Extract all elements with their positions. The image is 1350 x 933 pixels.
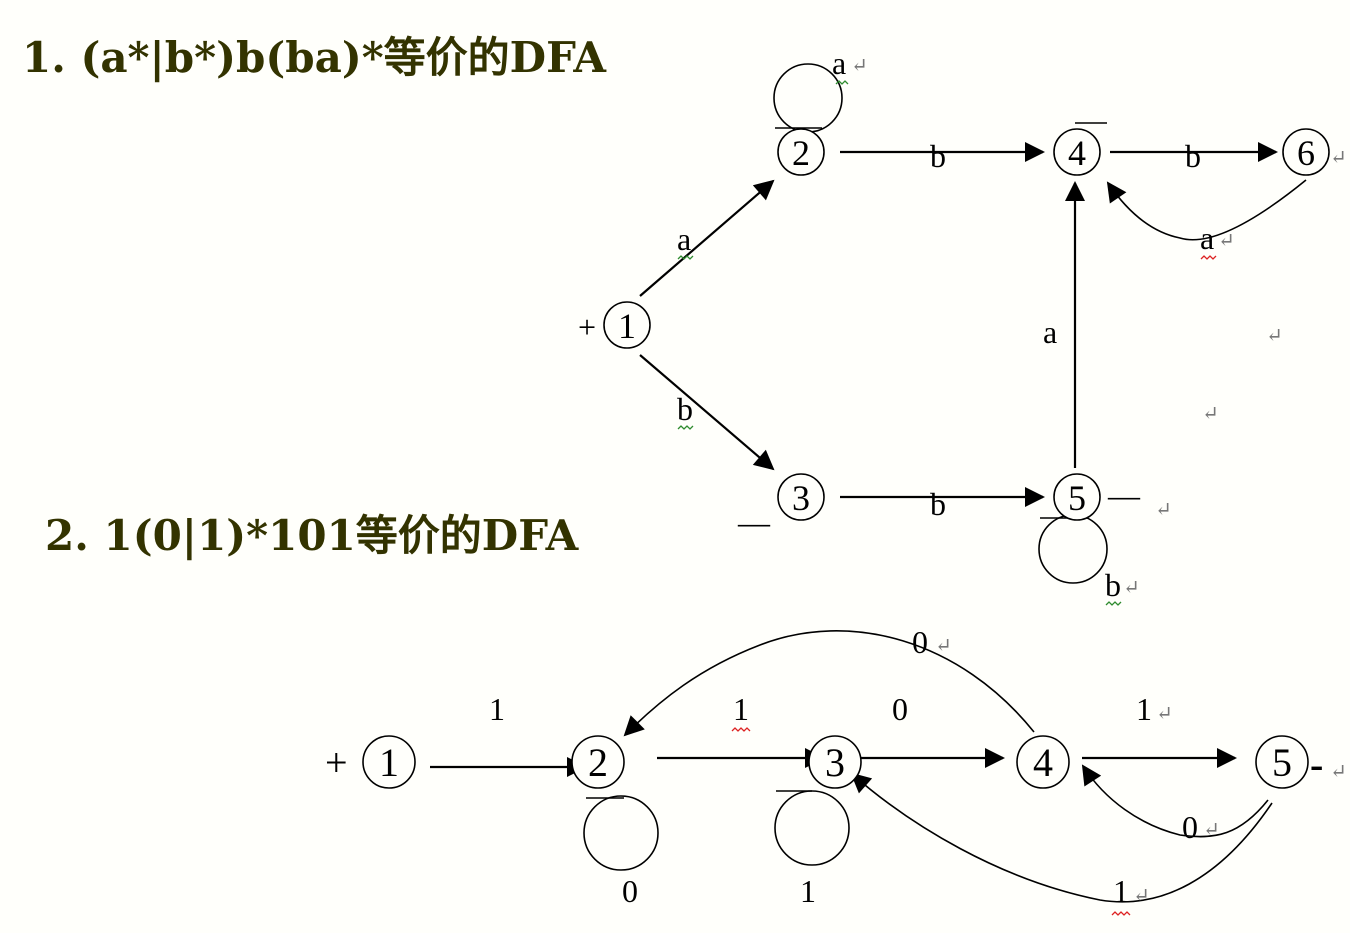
dfa2-label-3-4: 0 (892, 691, 908, 727)
spellcheck-squiggle (731, 727, 751, 732)
dfa2: 1 2 3 4 5 + - 1 1 0 1 0 0 1 0 1 ↵ ↵ ↵ ↵ … (325, 624, 1347, 916)
dfa2-final-marker: - (1310, 742, 1323, 787)
return-mark: ↵ (1203, 819, 1220, 841)
dfa2-start-marker: + (325, 740, 348, 785)
dfa2-label-1-2: 1 (489, 691, 505, 727)
dfa1-label-2-4: b (930, 138, 946, 174)
dfa1-node-6-label: 6 (1297, 133, 1315, 173)
dfa1-label-1-2: a (677, 221, 691, 257)
dfa1-node-4-label: 4 (1068, 133, 1086, 173)
dfa1-label-3-5: b (930, 486, 946, 522)
dfa1-node-3-label: 3 (792, 478, 810, 518)
spellcheck-squiggle (1200, 255, 1217, 260)
return-mark: ↵ (1330, 147, 1347, 169)
dfa2-label-loop-3: 1 (800, 873, 816, 909)
return-mark: ↵ (1330, 761, 1347, 783)
return-mark: ↵ (1266, 325, 1283, 347)
return-mark: ↵ (1156, 703, 1173, 725)
dfa2-label-4-5: 1 (1136, 691, 1152, 727)
dfa1-label-4-6: b (1185, 138, 1201, 174)
dfa1: 1 2 3 4 5 6 + — — a b b b a b a a b ↵ ↵ … (578, 45, 1347, 606)
dfa1-label-loop-5: b (1105, 567, 1121, 603)
dfa2-node-1-label: 1 (379, 740, 399, 785)
dfa1-edge-1-2 (639, 179, 775, 297)
spellcheck-squiggle (835, 80, 849, 85)
dfa2-label-4-2: 0 (912, 624, 928, 660)
dfa1-label-6-4: a (1200, 220, 1214, 256)
dfa1-final-marker-5: — (1107, 477, 1141, 513)
dfa1-edge-1-3 (639, 354, 775, 471)
dfa2-loop-2 (583, 795, 659, 871)
spellcheck-squiggle (1111, 911, 1131, 916)
return-mark: ↵ (1218, 230, 1235, 252)
return-mark: ↵ (1133, 885, 1150, 907)
dfa1-label-1-3: b (677, 391, 693, 427)
dfa2-label-5-3: 1 (1113, 873, 1129, 909)
dfa1-loop-5 (1038, 514, 1108, 584)
dfa1-final-marker-3: — (737, 504, 771, 540)
dfa2-node-2-label: 2 (588, 740, 608, 785)
dfa2-label-5-4: 0 (1182, 809, 1198, 845)
dfa1-node-5-label: 5 (1068, 478, 1086, 518)
dfa-diagrams: 1 2 3 4 5 6 + — — a b b b a b a a b ↵ ↵ … (325, 45, 1347, 916)
dfa1-start-marker: + (578, 309, 596, 345)
dfa1-label-loop-2: a (832, 45, 846, 81)
dfa2-edge-4-2 (623, 630, 1035, 737)
dfa1-node-1-label: 1 (618, 306, 636, 346)
dfa2-label-2-3: 1 (733, 691, 749, 727)
dfa2-node-4-label: 4 (1033, 740, 1053, 785)
dfa2-loop-3 (774, 790, 850, 866)
dfa2-node-3-label: 3 (825, 740, 845, 785)
return-mark: ↵ (1155, 499, 1172, 521)
return-mark: ↵ (1202, 403, 1219, 425)
dfa2-node-5-label: 5 (1272, 740, 1292, 785)
return-mark: ↵ (935, 635, 952, 657)
return-mark: ↵ (1123, 577, 1140, 599)
dfa1-node-2-label: 2 (792, 133, 810, 173)
return-mark: ↵ (851, 55, 868, 77)
dfa1-label-5-4: a (1043, 314, 1057, 350)
dfa2-label-loop-2: 0 (622, 873, 638, 909)
dfa2-edge-5-4 (1081, 764, 1269, 838)
